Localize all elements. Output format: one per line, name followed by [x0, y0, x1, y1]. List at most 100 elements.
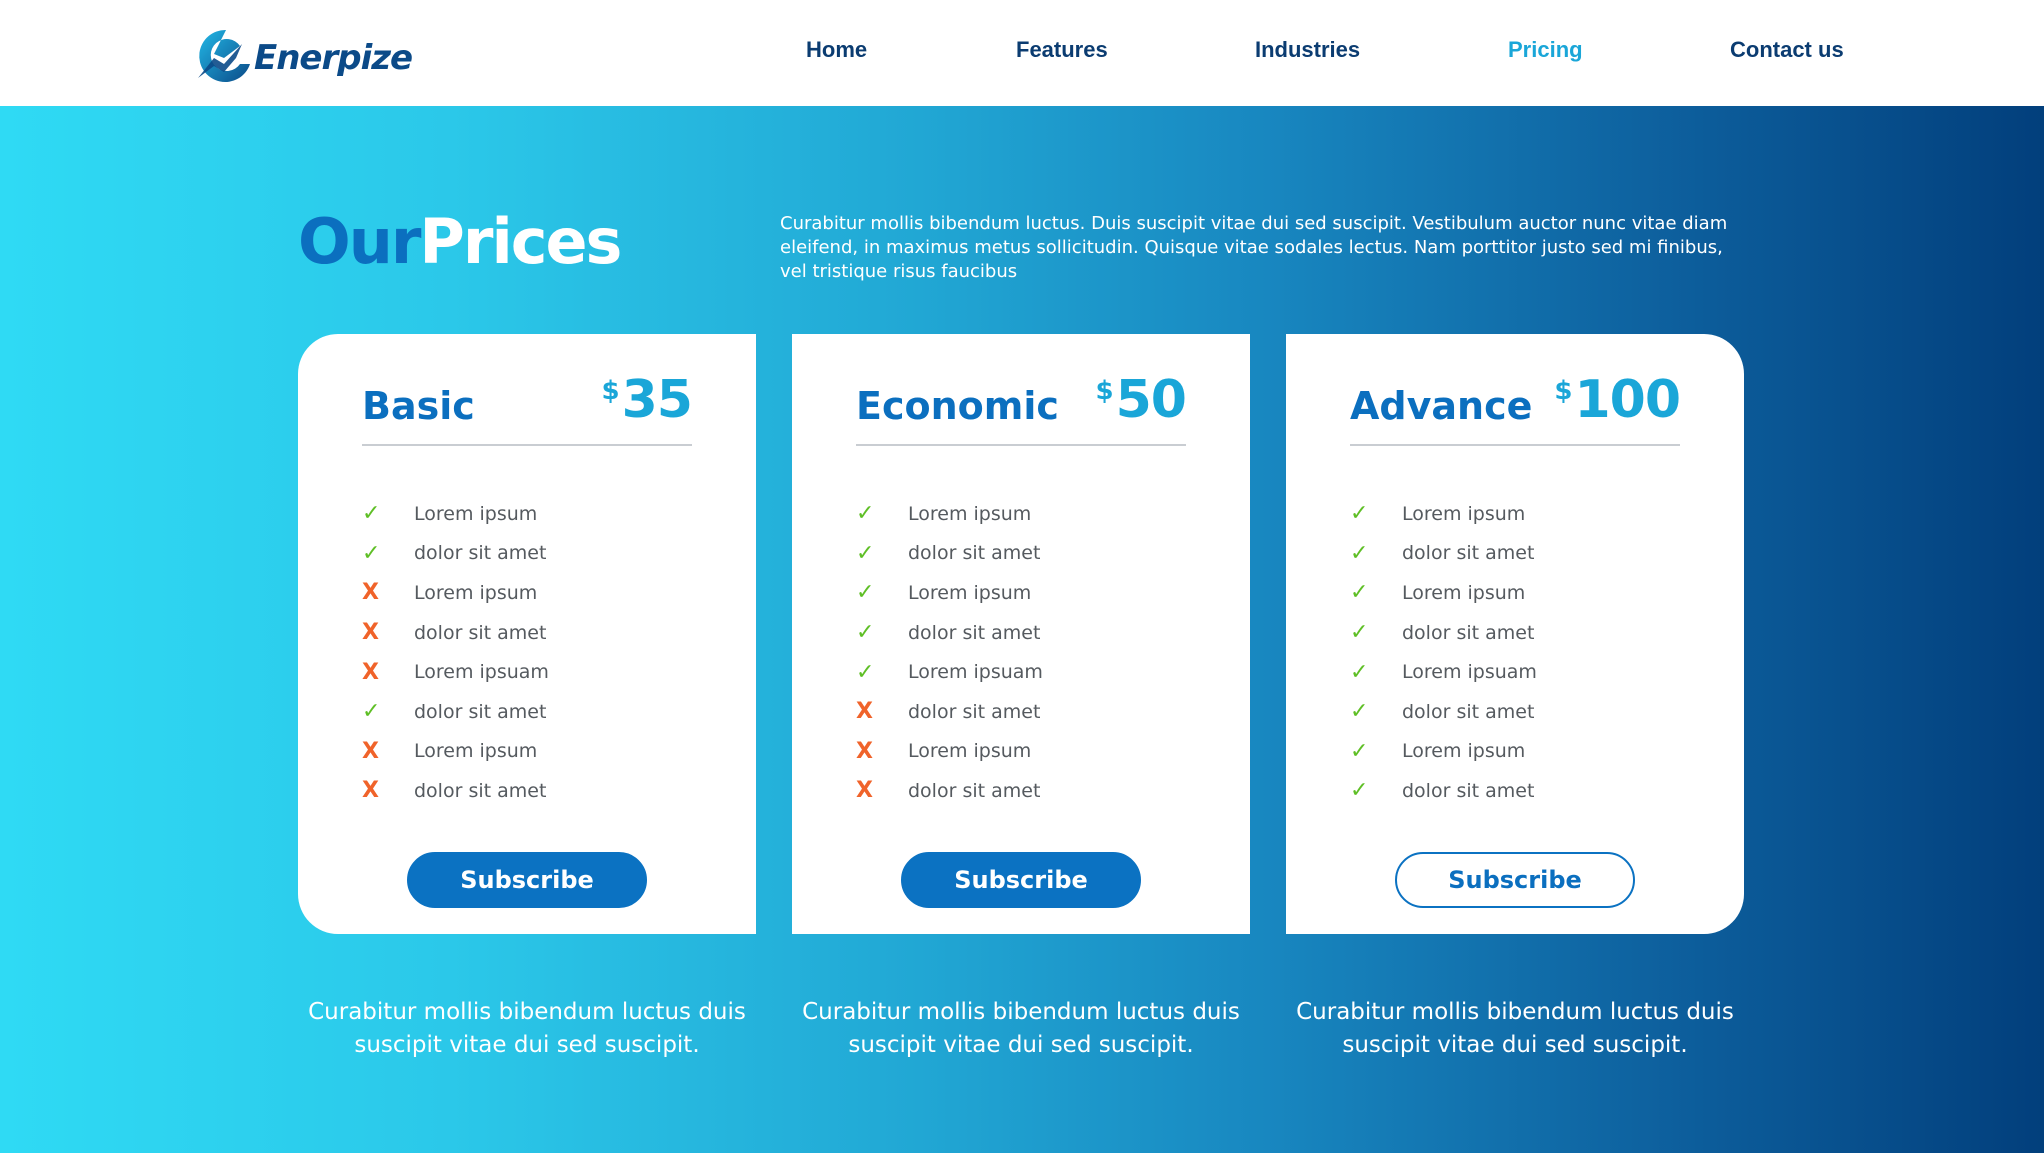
site-header: Enerpize Home Features Industries Pricin… [0, 0, 2044, 106]
subscribe-button-advance[interactable]: Subscribe [1395, 852, 1635, 908]
price-amount: 100 [1574, 370, 1681, 430]
plan-price: $ 100 [1554, 370, 1681, 430]
feature-label: Lorem ipsum [908, 581, 1032, 604]
feature-label: dolor sit amet [908, 542, 1041, 565]
nav-home[interactable]: Home [806, 37, 867, 63]
plan-caption-basic: Curabitur mollis bibendum luctus duis su… [308, 999, 746, 1058]
feature-label: Lorem ipsuam [1402, 661, 1537, 684]
cross-icon: X [362, 659, 379, 685]
feature-label: Lorem ipsum [414, 581, 538, 604]
feature-item: Xdolor sit amet [362, 613, 549, 653]
feature-item: Xdolor sit amet [856, 692, 1043, 732]
feature-label: dolor sit amet [414, 779, 547, 802]
check-icon: ✓ [856, 620, 875, 646]
check-icon: ✓ [1350, 659, 1369, 685]
cross-icon: X [362, 738, 379, 764]
feature-item: X Lorem ipsuam [362, 652, 549, 692]
currency-symbol: $ [1095, 376, 1114, 406]
feature-item: ✓ Lorem ipsum [1350, 732, 1537, 772]
feature-list: ✓ Lorem ipsum ✓ dolor sit amet X Lorem ipsum X… [362, 494, 549, 811]
price-amount: 35 [621, 370, 693, 430]
plan-card-advance: Advance $ 100 ✓ Lorem ipsum ✓ dolor sit ame… [1286, 334, 1744, 934]
plan-caption-economic: Curabitur mollis bibendum luctus duis su… [802, 999, 1240, 1058]
feature-item: ✓ Lorem ipsum [1350, 573, 1537, 613]
feature-label: dolor sit amet [414, 621, 547, 644]
feature-label: Lorem ipsuam [908, 661, 1043, 684]
check-icon: ✓ [362, 540, 381, 566]
divider [1350, 444, 1680, 446]
feature-item: ✓ dolor sit amet [856, 613, 1043, 653]
nav-industries[interactable]: Industries [1255, 37, 1360, 63]
check-icon: ✓ [1350, 540, 1369, 566]
plan-name: Basic [362, 384, 475, 428]
cross-icon: X [856, 778, 873, 804]
currency-symbol: $ [1554, 376, 1573, 406]
feature-item: X Lorem ipsum [362, 573, 549, 613]
check-icon: ✓ [856, 540, 875, 566]
feature-label: Lorem ipsuam [414, 661, 549, 684]
cross-icon: X [856, 699, 873, 725]
nav-contact-us[interactable]: Contact us [1730, 37, 1844, 63]
main-nav: Home Features Industries Pricing Contact… [0, 0, 2044, 106]
feature-label: Lorem ipsum [1402, 740, 1526, 763]
feature-item: ✓ dolor sit amet [856, 534, 1043, 574]
page-title-our: Our [298, 205, 421, 278]
feature-label: Lorem ipsum [414, 740, 538, 763]
plan-price: $ 50 [1095, 370, 1187, 430]
feature-item: ✓ Lorem ipsum [1350, 494, 1537, 534]
plan-name: Economic [856, 384, 1059, 428]
feature-item: X Lorem ipsum [362, 732, 549, 772]
check-icon: ✓ [1350, 580, 1369, 606]
plan-name: Advance [1350, 384, 1533, 428]
feature-item: ✓ Lorem ipsuam [1350, 652, 1537, 692]
cross-icon: X [362, 580, 379, 606]
feature-item: ✓ dolor sit amet [362, 692, 549, 732]
divider [856, 444, 1186, 446]
feature-item: Xdolor sit amet [856, 771, 1043, 811]
plan-card-economic: Economic $ 50 ✓ Lorem ipsum ✓ dolor sit ame… [792, 334, 1250, 934]
feature-label: dolor sit amet [1402, 779, 1535, 802]
subscribe-button-economic[interactable]: Subscribe [901, 852, 1141, 908]
feature-label: dolor sit amet [908, 779, 1041, 802]
feature-label: Lorem ipsum [908, 740, 1032, 763]
page-title: OurPrices [298, 205, 622, 278]
feature-item: X Lorem ipsum [856, 732, 1043, 772]
check-icon: ✓ [856, 580, 875, 606]
price-amount: 50 [1115, 370, 1187, 430]
feature-item: ✓ Lorem ipsum [362, 494, 549, 534]
divider [362, 444, 692, 446]
feature-label: dolor sit amet [908, 621, 1041, 644]
feature-label: dolor sit amet [1402, 542, 1535, 565]
feature-item: ✓ dolor sit amet [1350, 613, 1537, 653]
cross-icon: X [362, 620, 379, 646]
check-icon: ✓ [1350, 501, 1369, 527]
feature-label: dolor sit amet [414, 542, 547, 565]
feature-list: ✓ Lorem ipsum ✓ dolor sit amet ✓ Lorem ipsum ✓… [1350, 494, 1537, 811]
check-icon: ✓ [856, 501, 875, 527]
feature-item: ✓ Lorem ipsum [856, 494, 1043, 534]
feature-label: dolor sit amet [414, 700, 547, 723]
feature-label: dolor sit amet [1402, 700, 1535, 723]
check-icon: ✓ [1350, 620, 1369, 646]
intro-text: Curabitur mollis bibendum luctus. Duis s… [780, 213, 1728, 282]
check-icon: ✓ [1350, 778, 1369, 804]
subscribe-button-basic[interactable]: Subscribe [407, 852, 647, 908]
feature-label: Lorem ipsum [414, 502, 538, 525]
cross-icon: X [856, 738, 873, 764]
feature-item: Xdolor sit amet [362, 771, 549, 811]
feature-item: ✓ dolor sit amet [362, 534, 549, 574]
feature-list: ✓ Lorem ipsum ✓ dolor sit amet ✓ Lorem ipsum ✓… [856, 494, 1043, 811]
feature-label: Lorem ipsum [1402, 502, 1526, 525]
nav-pricing[interactable]: Pricing [1508, 37, 1583, 63]
page-title-prices: Prices [419, 205, 622, 278]
check-icon: ✓ [856, 659, 875, 685]
plan-price: $ 35 [602, 370, 693, 430]
plan-card-basic: Basic $ 35 ✓ Lorem ipsum ✓ dolor sit amet X L… [298, 334, 756, 934]
feature-item: ✓ dolor sit amet [1350, 534, 1537, 574]
feature-item: ✓ Lorem ipsuam [856, 652, 1043, 692]
cross-icon: X [362, 778, 379, 804]
feature-label: Lorem ipsum [908, 502, 1032, 525]
check-icon: ✓ [1350, 699, 1369, 725]
feature-label: Lorem ipsum [1402, 581, 1526, 604]
nav-features[interactable]: Features [1016, 37, 1108, 63]
